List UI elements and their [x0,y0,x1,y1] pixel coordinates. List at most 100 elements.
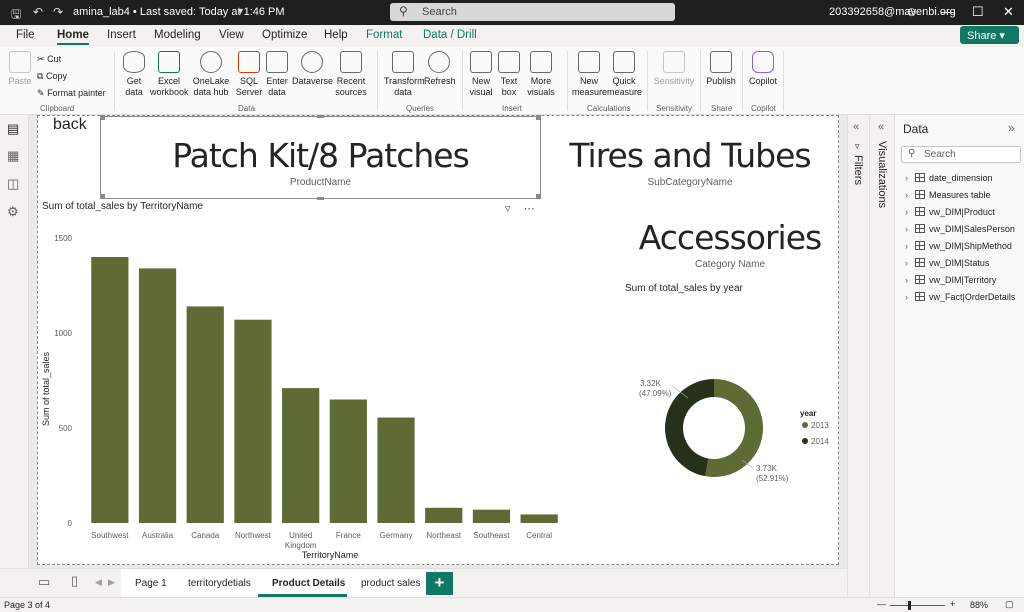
sql-server-button[interactable]: SQL Server [235,51,263,98]
scroll-left-icon[interactable]: ◀ [95,577,102,588]
bar-france[interactable] [329,399,367,524]
more-visuals-button[interactable]: More visuals [525,51,557,98]
refresh-button[interactable]: Refresh [424,51,456,87]
bar-central[interactable] [520,514,558,523]
new-visual-button[interactable]: New visual [468,51,494,98]
copilot-button[interactable]: Copilot [747,51,779,87]
file-title[interactable]: amina_lab4 • Last saved: Today at 1:46 P… [73,6,285,18]
new-measure-button[interactable]: New measure [572,51,607,98]
tab-file[interactable]: File [16,29,35,41]
recent-sources-button[interactable]: Recent sources [333,51,369,98]
tab-view[interactable]: View [219,29,244,41]
fit-to-page-icon[interactable]: ▢ [1005,599,1014,610]
copy-button[interactable]: ⧉ Copy [37,71,67,82]
scroll-right-icon[interactable]: ▶ [108,577,115,588]
collapse-right-icon[interactable]: » [1008,121,1015,135]
resize-handle[interactable] [317,197,324,200]
bar-southwest[interactable] [91,257,129,523]
zoom-thumb[interactable] [908,601,911,610]
get-data-button[interactable]: Get data [120,51,148,98]
quick-measure-button[interactable]: Quick measure [607,51,642,98]
bar-united-kingdom[interactable] [282,388,320,523]
onelake-button[interactable]: OneLake data hub [190,51,232,98]
donut-chart[interactable]: year 2013 2014 3.32K (47.09%) 3.73K (52.… [630,370,840,490]
save-icon[interactable]: 🖫 [11,5,21,26]
bar-germany[interactable] [377,417,415,523]
table-item[interactable]: › vw_Fact|OrderDetails [905,292,1015,302]
table-view-icon[interactable]: ▦ [7,148,19,164]
tab-data-drill[interactable]: Data / Drill [423,29,477,41]
bar-northwest[interactable] [234,319,272,523]
account-name[interactable]: 203392658@mavenbi.org [829,6,956,18]
bar-australia[interactable] [138,268,177,523]
undo-icon[interactable]: ↶ [33,5,43,19]
zoom-slider[interactable] [890,605,945,606]
tab-insert[interactable]: Insert [107,29,136,41]
global-search[interactable]: ⚲ Search [390,3,675,21]
collapse-left-icon[interactable]: « [853,121,859,133]
tab-home[interactable]: Home [57,29,89,45]
model-view-icon[interactable]: ◫ [7,176,19,192]
table-item[interactable]: › vw_DIM|SalesPerson [905,224,1015,234]
zoom-out-icon[interactable]: — [877,599,886,609]
tab-optimize[interactable]: Optimize [262,29,307,41]
donut-slice-2014[interactable] [665,379,714,477]
page-tab-product-sales[interactable]: product sales [347,569,436,597]
card-product-name[interactable]: Patch Kit/8 Patches ProductName [100,136,541,188]
page-tab-territorydetials[interactable]: territorydetials [174,569,266,597]
table-item[interactable]: › vw_DIM|ShipMethod [905,241,1012,251]
resize-handle[interactable] [100,194,105,199]
paste-button[interactable]: Paste [7,51,33,87]
page-tab-product-details[interactable]: Product Details [258,569,361,597]
tab-modeling[interactable]: Modeling [154,29,201,41]
page-tab-page-1[interactable]: Page 1 [121,569,182,597]
redo-icon[interactable]: ↷ [53,5,63,19]
resize-handle[interactable] [100,115,105,120]
bar-southeast[interactable] [472,509,511,523]
enter-data-button[interactable]: Enter data [264,51,290,98]
desktop-layout-icon[interactable]: ▭ [38,574,50,590]
filters-pane[interactable]: « ▿ Filters [847,115,869,597]
maximize-icon[interactable]: ☐ [972,4,984,20]
back-button[interactable]: back [53,116,87,134]
tab-format[interactable]: Format [366,29,402,41]
resize-handle[interactable] [536,194,541,199]
visualizations-pane[interactable]: « Visualizations [869,115,894,597]
dax-query-icon[interactable]: ⚙ [7,204,19,220]
close-icon[interactable]: ✕ [1003,4,1014,20]
collapse-left-icon[interactable]: « [878,121,884,133]
add-page-button[interactable]: + [426,572,453,595]
legend-label-2014[interactable]: 2014 [811,437,829,446]
data-search-input[interactable]: ⚲ Search [901,146,1021,163]
bar-northeast[interactable] [425,507,463,523]
report-view-icon[interactable]: ▤ [7,121,19,137]
minimize-icon[interactable]: — [941,4,954,19]
dataverse-button[interactable]: Dataverse [292,51,333,87]
bar-canada[interactable] [186,306,224,523]
zoom-in-icon[interactable]: + [950,599,955,609]
text-box-button[interactable]: Text box [497,51,521,98]
table-item[interactable]: › vw_DIM|Territory [905,275,996,285]
resize-handle[interactable] [317,115,324,118]
filters-label[interactable]: Filters [852,155,864,185]
avatar-icon[interactable]: ☺ [905,4,918,19]
bar-chart[interactable]: 0 500 1000 1500 Southwest Australia Canada Nort… [38,214,568,562]
transform-data-button[interactable]: Transform data [384,51,425,98]
format-painter-button[interactable]: ✎ Format painter [37,88,106,99]
table-item[interactable]: › date_dimension [905,173,993,183]
card-category-name[interactable]: Accessories Category Name [625,218,835,270]
legend-label-2013[interactable]: 2013 [811,421,829,430]
sensitivity-button[interactable]: Sensitivity [653,51,695,87]
publish-button[interactable]: Publish [705,51,737,87]
mobile-layout-icon[interactable]: ▯ [71,573,78,589]
cut-button[interactable]: ✂ Cut [37,54,61,65]
resize-handle[interactable] [536,115,541,120]
card-subcategory-name[interactable]: Tires and Tubes SubCategoryName [555,136,825,188]
excel-workbook-button[interactable]: Excel workbook [150,51,189,98]
table-item[interactable]: › Measures table [905,190,991,200]
share-button[interactable]: Share ▾ [960,26,1019,44]
tab-help[interactable]: Help [324,29,348,41]
table-item[interactable]: › vw_DIM|Product [905,207,995,217]
title-dropdown-icon[interactable]: ▼ [236,6,245,16]
zoom-level[interactable]: 88% [970,600,988,610]
